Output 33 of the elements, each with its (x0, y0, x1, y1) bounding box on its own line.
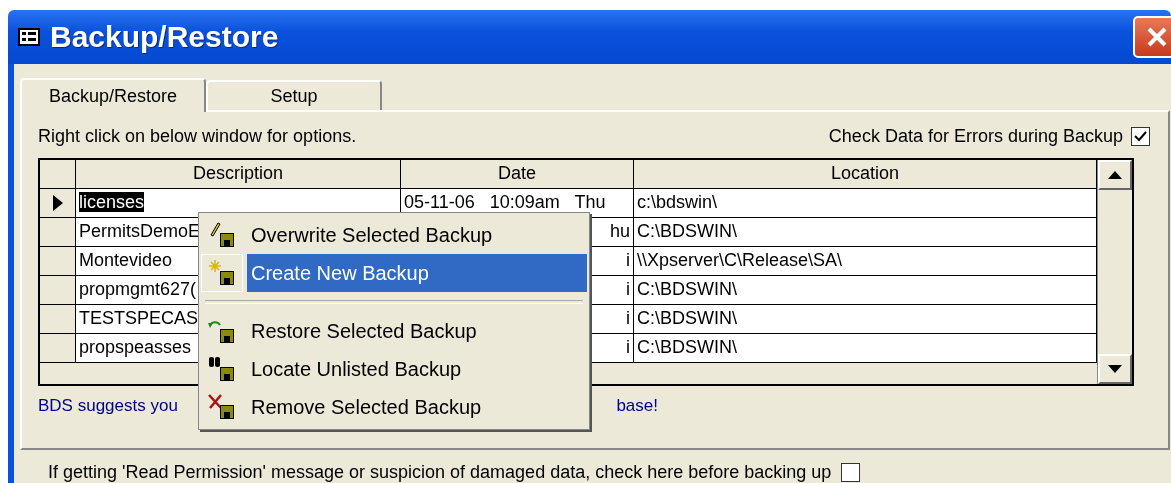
notice-text: base! (616, 396, 658, 416)
cross-floppy-icon (208, 393, 236, 421)
notice-text: BDS suggests you (38, 396, 178, 416)
table-cell: C:\BDSWIN\ (634, 305, 1097, 333)
pencil-floppy-icon (208, 221, 236, 249)
scrollbar[interactable] (1097, 160, 1132, 384)
table-cell: C:\BDSWIN\ (634, 218, 1097, 246)
menu-item[interactable]: Remove Selected Backup (247, 388, 587, 426)
checkbox-label: If getting 'Read Permission' message or suspicion of damaged data, check here before backing up (48, 462, 832, 483)
binoculars-floppy-icon (208, 355, 236, 383)
checkbox[interactable] (841, 463, 861, 482)
table-cell: \\Xpserver\C\Release\SA\ (634, 247, 1097, 275)
scroll-up-button[interactable] (1098, 160, 1132, 190)
tab[interactable]: Backup/Restore (20, 78, 206, 112)
down-arrow-icon (1108, 365, 1122, 373)
menu-item[interactable]: Create New Backup (247, 254, 587, 292)
table-cell: c:\bdswin\ (634, 189, 1097, 217)
checkmark-icon (1134, 129, 1147, 143)
table-cell: C:\BDSWIN\ (634, 276, 1097, 304)
table-cell: C:\BDSWIN\ (634, 334, 1097, 362)
scroll-down-button[interactable] (1098, 354, 1132, 384)
column-header[interactable]: Description (76, 160, 401, 188)
tab[interactable]: Setup (206, 80, 382, 110)
checkbox-label: Check Data for Errors during Backup (828, 125, 1123, 147)
window-title: Backup/Restore (50, 20, 280, 54)
column-header[interactable]: Date (401, 160, 634, 188)
form-icon (18, 28, 40, 46)
close-icon (1145, 25, 1169, 49)
hint-text: Right click on below window for options. (38, 125, 357, 147)
close-button[interactable] (1133, 16, 1171, 58)
checkbox[interactable] (1131, 126, 1150, 146)
sparkle-floppy-icon (208, 259, 236, 287)
up-arrow-icon (1108, 171, 1122, 179)
